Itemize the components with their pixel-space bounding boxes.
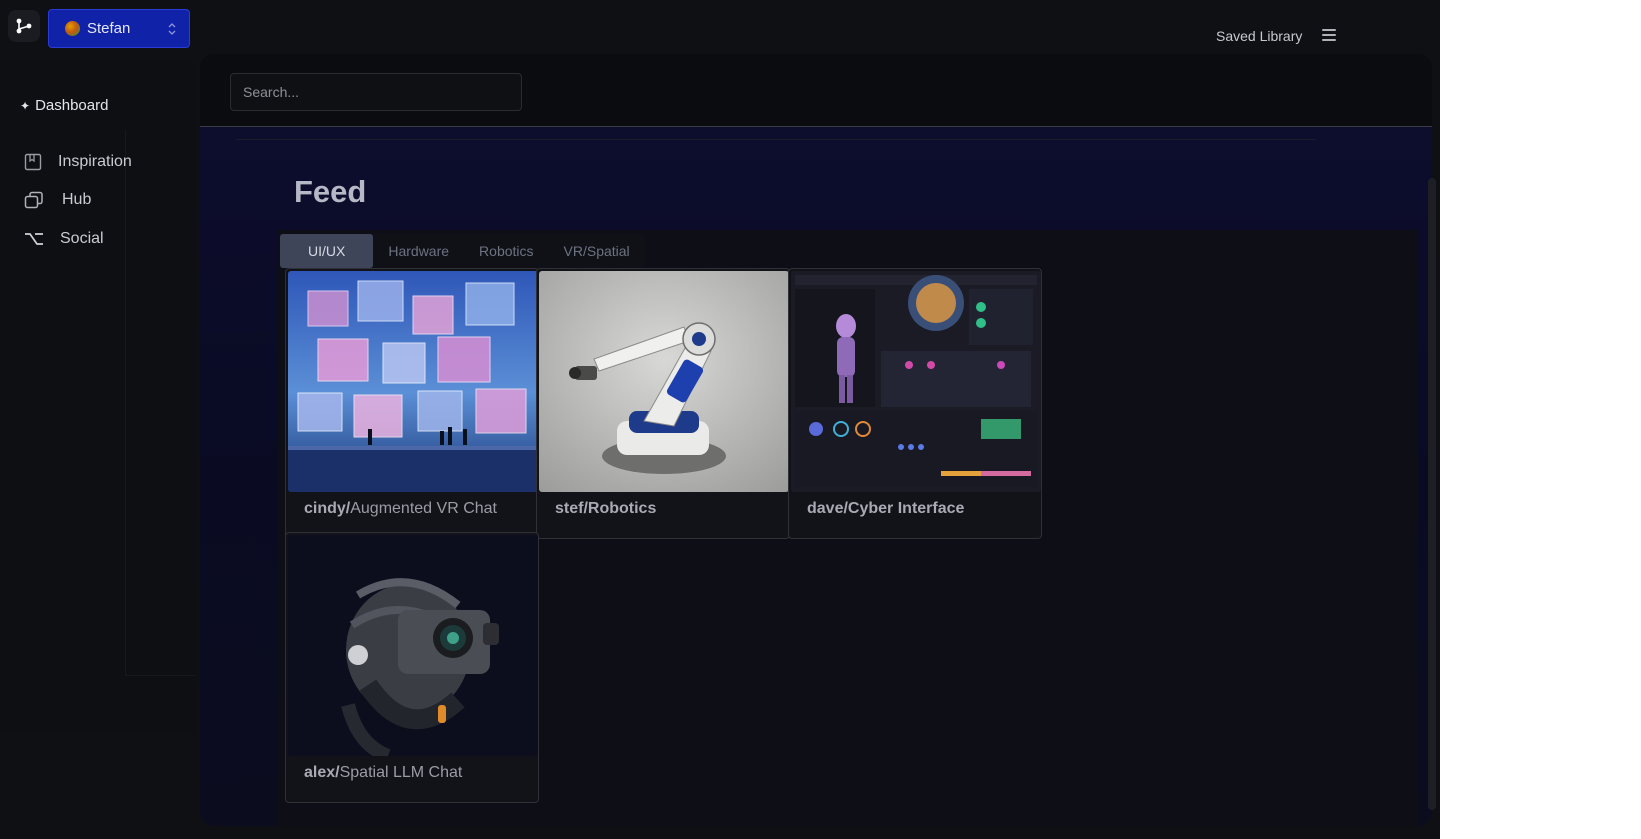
card-title-text: Spatial LLM Chat [339,764,463,781]
user-avatar [65,21,80,36]
card-user: dave/ [807,500,848,517]
card-image-glass-cubes [288,271,538,492]
sidebar-item-label: Social [60,230,104,247]
tab-hardware[interactable]: Hardware [373,234,464,268]
main-header [200,54,1432,127]
feed-card[interactable]: alex/Spatial LLM Chat [285,532,539,803]
feed-card[interactable]: dave/Cyber Interface [788,268,1042,539]
bookmark-icon [24,153,42,171]
app-window: Stefan ✦ Dashboard Inspiration Hub Socia… [0,0,1440,839]
tab-ui-ux[interactable]: UI/UX [280,234,374,268]
card-image-vr-headset [288,535,538,756]
main-panel: Feed UI/UX Hardware Robotics VR/Spatial [200,54,1432,826]
dashboard-label: Dashboard [35,97,109,114]
card-user: cindy/ [304,500,351,517]
card-title: dave/Cyber Interface [807,500,964,518]
header-divider [236,139,1316,140]
user-switcher[interactable]: Stefan [48,9,190,48]
card-title-text: Cyber Interface [847,500,965,517]
graph-logo-icon [16,18,32,34]
app-logo-button[interactable] [8,10,40,42]
sidebar-item-hub[interactable]: Hub [24,191,91,209]
card-image-robot-arm [539,271,789,492]
sidebar-divider-bottom [125,675,196,676]
dashboard-link[interactable]: ✦ Dashboard [20,97,108,114]
tab-robotics[interactable]: Robotics [464,234,548,268]
sidebar-item-label: Hub [62,191,92,208]
card-title: cindy/Augmented VR Chat [304,500,497,518]
stack-icon [24,191,43,209]
saved-library-link[interactable]: Saved Library [1216,28,1302,44]
user-name: Stefan [87,20,131,37]
category-tabs: UI/UX Hardware Robotics VR/Spatial [280,234,645,268]
hamburger-menu-icon[interactable] [1322,29,1336,41]
card-title: alex/Spatial LLM Chat [304,764,462,782]
sidebar-item-label: Inspiration [58,153,132,170]
sidebar-item-social[interactable]: Social [24,230,104,248]
page-title: Feed [294,174,367,209]
card-user: stef/ [555,500,588,517]
sparkle-icon: ✦ [20,98,31,113]
sidebar-item-inspiration[interactable]: Inspiration [24,153,132,171]
feed-card[interactable]: stef/Robotics [536,268,790,539]
card-title-text: Robotics [587,500,657,517]
option-key-icon [25,233,43,245]
search-input[interactable] [230,73,522,111]
main-scrollbar[interactable] [1428,178,1436,810]
tab-vr-spatial[interactable]: VR/Spatial [549,234,645,268]
card-image-cyber-interface [791,271,1041,492]
card-title: stef/Robotics [555,500,656,518]
card-title-text: Augmented VR Chat [350,500,497,517]
chevron-up-down-icon [167,22,177,36]
sidebar-divider [125,130,126,675]
card-user: alex/ [304,764,340,781]
feed-card[interactable]: cindy/Augmented VR Chat [285,268,539,539]
